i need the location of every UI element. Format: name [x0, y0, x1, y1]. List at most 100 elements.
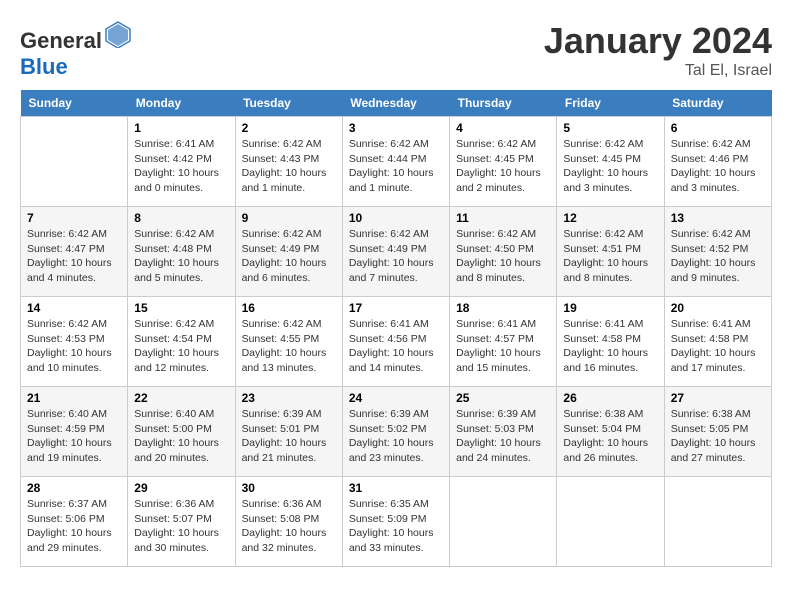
day-info: Sunrise: 6:41 AMSunset: 4:42 PMDaylight:… — [134, 137, 228, 196]
day-info: Sunrise: 6:42 AMSunset: 4:51 PMDaylight:… — [563, 227, 657, 286]
calendar-cell: 16Sunrise: 6:42 AMSunset: 4:55 PMDayligh… — [235, 297, 342, 387]
calendar-cell: 30 Sunrise: 6:36 AMSunset: 5:08 PMDayligh… — [235, 477, 342, 567]
calendar-cell: 2Sunrise: 6:42 AMSunset: 4:43 PMDaylight… — [235, 117, 342, 207]
week-row-0: 1 Sunrise: 6:41 AMSunset: 4:42 PMDaylight… — [21, 117, 772, 207]
day-number: 2 — [242, 121, 336, 135]
week-row-3: 21Sunrise: 6:40 AMSunset: 4:59 PMDayligh… — [21, 387, 772, 477]
calendar-cell — [664, 477, 771, 567]
day-info: Sunrise: 6:41 AMSunset: 4:56 PMDaylight:… — [349, 317, 443, 376]
day-number: 23 — [242, 391, 336, 405]
calendar-cell: 26 Sunrise: 6:38 AMSunset: 5:04 PMDayligh… — [557, 387, 664, 477]
calendar-cell: 19Sunrise: 6:41 AMSunset: 4:58 PMDayligh… — [557, 297, 664, 387]
calendar-cell: 3 Sunrise: 6:42 AMSunset: 4:44 PMDaylight… — [342, 117, 449, 207]
calendar-cell: 27 Sunrise: 6:38 AMSunset: 5:05 PMDayligh… — [664, 387, 771, 477]
page-header: General Blue January 2024 Tal El, Israel — [20, 20, 772, 80]
day-number: 27 — [671, 391, 765, 405]
day-info: Sunrise: 6:36 AMSunset: 5:08 PMDaylight:… — [242, 497, 336, 556]
day-number: 28 — [27, 481, 121, 495]
day-info: Sunrise: 6:42 AMSunset: 4:54 PMDaylight:… — [134, 317, 228, 376]
calendar-cell: 6 Sunrise: 6:42 AMSunset: 4:46 PMDaylight… — [664, 117, 771, 207]
logo-icon — [104, 20, 132, 48]
weekday-header-sunday: Sunday — [21, 90, 128, 117]
day-number: 22 — [134, 391, 228, 405]
day-number: 25 — [456, 391, 550, 405]
weekday-header-monday: Monday — [128, 90, 235, 117]
day-number: 12 — [563, 211, 657, 225]
calendar-cell: 23Sunrise: 6:39 AMSunset: 5:01 PMDayligh… — [235, 387, 342, 477]
calendar-cell: 22 Sunrise: 6:40 AMSunset: 5:00 PMDayligh… — [128, 387, 235, 477]
calendar-cell: 13Sunrise: 6:42 AMSunset: 4:52 PMDayligh… — [664, 207, 771, 297]
week-row-4: 28 Sunrise: 6:37 AMSunset: 5:06 PMDayligh… — [21, 477, 772, 567]
day-number: 31 — [349, 481, 443, 495]
day-info: Sunrise: 6:35 AMSunset: 5:09 PMDaylight:… — [349, 497, 443, 556]
calendar-cell: 14 Sunrise: 6:42 AMSunset: 4:53 PMDayligh… — [21, 297, 128, 387]
calendar-cell: 25Sunrise: 6:39 AMSunset: 5:03 PMDayligh… — [450, 387, 557, 477]
day-number: 17 — [349, 301, 443, 315]
day-info: Sunrise: 6:38 AMSunset: 5:05 PMDaylight:… — [671, 407, 765, 466]
calendar-cell — [557, 477, 664, 567]
day-number: 20 — [671, 301, 765, 315]
calendar-cell: 31 Sunrise: 6:35 AMSunset: 5:09 PMDayligh… — [342, 477, 449, 567]
day-info: Sunrise: 6:42 AMSunset: 4:49 PMDaylight:… — [349, 227, 443, 286]
day-number: 15 — [134, 301, 228, 315]
calendar-table: SundayMondayTuesdayWednesdayThursdayFrid… — [20, 90, 772, 567]
day-info: Sunrise: 6:42 AMSunset: 4:47 PMDaylight:… — [27, 227, 121, 286]
weekday-header-friday: Friday — [557, 90, 664, 117]
calendar-cell: 29Sunrise: 6:36 AMSunset: 5:07 PMDayligh… — [128, 477, 235, 567]
calendar-cell: 11 Sunrise: 6:42 AMSunset: 4:50 PMDayligh… — [450, 207, 557, 297]
day-info: Sunrise: 6:42 AMSunset: 4:45 PMDaylight:… — [563, 137, 657, 196]
day-info: Sunrise: 6:42 AMSunset: 4:46 PMDaylight:… — [671, 137, 765, 196]
title-block: January 2024 Tal El, Israel — [544, 20, 772, 80]
calendar-cell — [450, 477, 557, 567]
day-number: 26 — [563, 391, 657, 405]
calendar-cell — [21, 117, 128, 207]
day-info: Sunrise: 6:38 AMSunset: 5:04 PMDaylight:… — [563, 407, 657, 466]
calendar-cell: 24 Sunrise: 6:39 AMSunset: 5:02 PMDayligh… — [342, 387, 449, 477]
calendar-cell: 28 Sunrise: 6:37 AMSunset: 5:06 PMDayligh… — [21, 477, 128, 567]
week-row-2: 14 Sunrise: 6:42 AMSunset: 4:53 PMDayligh… — [21, 297, 772, 387]
day-info: Sunrise: 6:37 AMSunset: 5:06 PMDaylight:… — [27, 497, 121, 556]
day-number: 4 — [456, 121, 550, 135]
logo-text: General Blue — [20, 20, 132, 80]
calendar-cell: 1 Sunrise: 6:41 AMSunset: 4:42 PMDaylight… — [128, 117, 235, 207]
day-number: 8 — [134, 211, 228, 225]
day-info: Sunrise: 6:39 AMSunset: 5:02 PMDaylight:… — [349, 407, 443, 466]
day-number: 13 — [671, 211, 765, 225]
day-info: Sunrise: 6:42 AMSunset: 4:45 PMDaylight:… — [456, 137, 550, 196]
month-year-title: January 2024 — [544, 20, 772, 62]
day-info: Sunrise: 6:40 AMSunset: 5:00 PMDaylight:… — [134, 407, 228, 466]
calendar-cell: 18 Sunrise: 6:41 AMSunset: 4:57 PMDayligh… — [450, 297, 557, 387]
day-number: 14 — [27, 301, 121, 315]
day-number: 18 — [456, 301, 550, 315]
day-number: 3 — [349, 121, 443, 135]
day-number: 11 — [456, 211, 550, 225]
weekday-header-tuesday: Tuesday — [235, 90, 342, 117]
day-number: 6 — [671, 121, 765, 135]
day-info: Sunrise: 6:42 AMSunset: 4:49 PMDaylight:… — [242, 227, 336, 286]
logo-general: General — [20, 28, 102, 53]
day-number: 24 — [349, 391, 443, 405]
day-number: 16 — [242, 301, 336, 315]
day-info: Sunrise: 6:41 AMSunset: 4:57 PMDaylight:… — [456, 317, 550, 376]
calendar-cell: 8 Sunrise: 6:42 AMSunset: 4:48 PMDaylight… — [128, 207, 235, 297]
day-info: Sunrise: 6:42 AMSunset: 4:44 PMDaylight:… — [349, 137, 443, 196]
weekday-header-saturday: Saturday — [664, 90, 771, 117]
location-subtitle: Tal El, Israel — [544, 62, 772, 80]
day-number: 30 — [242, 481, 336, 495]
calendar-cell: 5Sunrise: 6:42 AMSunset: 4:45 PMDaylight… — [557, 117, 664, 207]
day-number: 19 — [563, 301, 657, 315]
calendar-cell: 9Sunrise: 6:42 AMSunset: 4:49 PMDaylight… — [235, 207, 342, 297]
day-info: Sunrise: 6:36 AMSunset: 5:07 PMDaylight:… — [134, 497, 228, 556]
day-number: 10 — [349, 211, 443, 225]
calendar-cell: 21Sunrise: 6:40 AMSunset: 4:59 PMDayligh… — [21, 387, 128, 477]
logo-blue: Blue — [20, 54, 68, 79]
weekday-header-wednesday: Wednesday — [342, 90, 449, 117]
day-info: Sunrise: 6:42 AMSunset: 4:50 PMDaylight:… — [456, 227, 550, 286]
day-info: Sunrise: 6:41 AMSunset: 4:58 PMDaylight:… — [671, 317, 765, 376]
day-info: Sunrise: 6:42 AMSunset: 4:48 PMDaylight:… — [134, 227, 228, 286]
day-number: 1 — [134, 121, 228, 135]
calendar-cell: 17 Sunrise: 6:41 AMSunset: 4:56 PMDayligh… — [342, 297, 449, 387]
day-info: Sunrise: 6:42 AMSunset: 4:53 PMDaylight:… — [27, 317, 121, 376]
calendar-cell: 12 Sunrise: 6:42 AMSunset: 4:51 PMDayligh… — [557, 207, 664, 297]
calendar-cell: 4 Sunrise: 6:42 AMSunset: 4:45 PMDaylight… — [450, 117, 557, 207]
